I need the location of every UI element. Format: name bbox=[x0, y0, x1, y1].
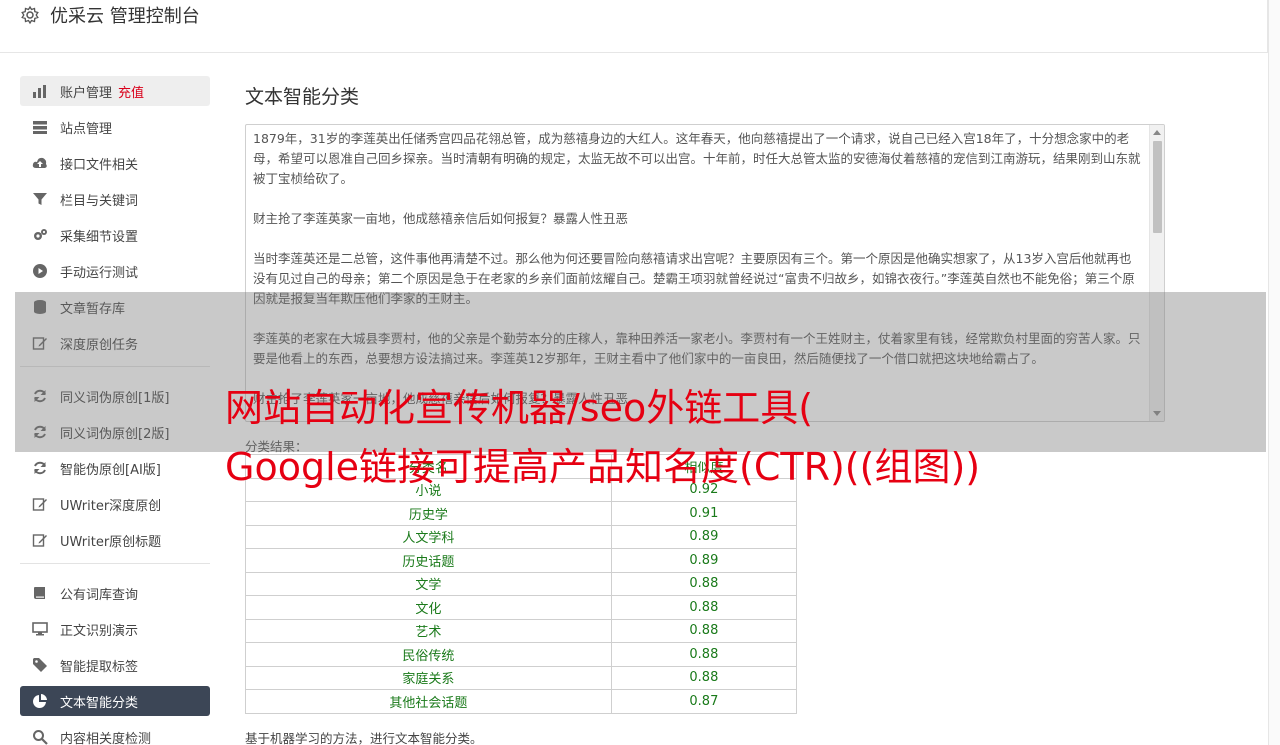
sidebar-item-collect-settings[interactable]: 采集细节设置 bbox=[20, 220, 210, 250]
window-edge bbox=[1268, 0, 1280, 745]
table-row: 文化 0.88 bbox=[245, 595, 798, 620]
sidebar-item-account[interactable]: 账户管理 充值 bbox=[20, 76, 210, 106]
description: 基于机器学习的方法，进行文本智能分类。 bbox=[245, 730, 483, 745]
edit-icon bbox=[32, 496, 48, 512]
sidebar-item-text-recognition[interactable]: 正文识别演示 bbox=[20, 614, 210, 644]
sidebar-item-ai-rewrite[interactable]: 智能伪原创[AI版] bbox=[20, 453, 210, 483]
refresh-icon bbox=[32, 460, 48, 476]
category-cell: 人文学科 bbox=[245, 524, 612, 549]
similarity-cell: 0.88 bbox=[610, 642, 798, 667]
sidebar-item-sites[interactable]: 站点管理 bbox=[20, 112, 210, 142]
top-bar: 优采云 管理控制台 bbox=[0, 0, 1268, 53]
table-row: 历史学 0.91 bbox=[245, 501, 798, 526]
table-row: 民俗传统 0.88 bbox=[245, 642, 798, 667]
scroll-up-icon[interactable] bbox=[1153, 130, 1161, 135]
bar-chart-icon bbox=[32, 83, 48, 99]
table-row: 历史话题 0.89 bbox=[245, 548, 798, 573]
sidebar-item-label: 采集细节设置 bbox=[60, 229, 139, 245]
tag-icon bbox=[32, 657, 48, 673]
category-cell: 历史学 bbox=[245, 501, 612, 526]
sidebar-item-tag-extract[interactable]: 智能提取标签 bbox=[20, 650, 210, 680]
sidebar-item-label: 手动运行测试 bbox=[60, 265, 139, 281]
sidebar-item-label: 正文识别演示 bbox=[60, 623, 139, 639]
category-cell: 文化 bbox=[245, 595, 612, 620]
sidebar-item-uwriter-title[interactable]: UWriter原创标题 bbox=[20, 525, 210, 555]
overlay-headline-line2: Google链接可提高产品知名度(CTR)((组图)) bbox=[225, 445, 981, 489]
category-cell: 历史话题 bbox=[245, 548, 612, 573]
sidebar-item-label: 接口文件相关 bbox=[60, 157, 139, 173]
similarity-cell: 0.89 bbox=[610, 548, 798, 573]
desktop-icon bbox=[32, 621, 48, 637]
table-row: 艺术 0.88 bbox=[245, 618, 798, 643]
category-cell: 艺术 bbox=[245, 618, 612, 643]
similarity-cell: 0.88 bbox=[610, 595, 798, 620]
app-title: 优采云 管理控制台 bbox=[50, 6, 200, 27]
sidebar-divider bbox=[20, 563, 210, 564]
sidebar-item-label: UWriter原创标题 bbox=[60, 534, 162, 550]
play-circle-icon bbox=[32, 263, 48, 279]
similarity-cell: 0.88 bbox=[610, 665, 798, 690]
sidebar-item-text-classify[interactable]: 文本智能分类 bbox=[20, 686, 210, 716]
sidebar-item-label: 站点管理 bbox=[60, 121, 113, 137]
sidebar-item-uwriter-deep[interactable]: UWriter深度原创 bbox=[20, 489, 210, 519]
gear-icon bbox=[20, 5, 40, 25]
page-title: 文本智能分类 bbox=[245, 86, 360, 108]
similarity-cell: 0.88 bbox=[610, 618, 798, 643]
similarity-cell: 0.87 bbox=[610, 689, 798, 714]
similarity-cell: 0.89 bbox=[610, 524, 798, 549]
table-row: 其他社会话题 0.87 bbox=[245, 689, 798, 714]
sidebar-item-label: 内容相关度检测 bbox=[60, 731, 152, 745]
sidebar-item-label: 智能伪原创[AI版] bbox=[60, 462, 161, 478]
sidebar-item-label: 智能提取标签 bbox=[60, 659, 139, 675]
category-cell: 其他社会话题 bbox=[245, 689, 612, 714]
book-icon bbox=[32, 585, 48, 601]
category-cell: 文学 bbox=[245, 571, 612, 596]
edit-icon bbox=[32, 532, 48, 548]
sidebar-item-columns[interactable]: 栏目与关键词 bbox=[20, 184, 210, 214]
sidebar-item-label: 栏目与关键词 bbox=[60, 193, 139, 209]
overlay-headline-line1: 网站自动化宣传机器/seo外链工具( bbox=[225, 386, 814, 430]
sidebar-item-label: 文本智能分类 bbox=[60, 695, 139, 711]
cogs-icon bbox=[32, 227, 48, 243]
server-icon bbox=[32, 119, 48, 135]
similarity-cell: 0.88 bbox=[610, 571, 798, 596]
sidebar-item-label: 公有词库查询 bbox=[60, 587, 139, 603]
sidebar-item-interface[interactable]: 接口文件相关 bbox=[20, 148, 210, 178]
category-cell: 家庭关系 bbox=[245, 665, 612, 690]
text-paragraph: 1879年，31岁的李莲英出任储秀宫四品花翎总管，成为慈禧身边的大红人。这年春天… bbox=[253, 131, 1141, 186]
sidebar-item-relevance[interactable]: 内容相关度检测 bbox=[20, 722, 210, 745]
cloud-upload-icon bbox=[32, 155, 48, 171]
search-icon bbox=[32, 729, 48, 745]
results-table: 分类名 相似度 小说 0.92 历史学 0.91 人文学科 0.89 历史话题 0.89 文学 0… bbox=[245, 454, 798, 714]
similarity-cell: 0.91 bbox=[610, 501, 798, 526]
table-row: 文学 0.88 bbox=[245, 571, 798, 596]
sidebar-item-manual-run[interactable]: 手动运行测试 bbox=[20, 256, 210, 286]
category-cell: 民俗传统 bbox=[245, 642, 612, 667]
sidebar-item-public-lexicon[interactable]: 公有词库查询 bbox=[20, 578, 210, 608]
text-paragraph: 财主抢了李莲英家一亩地，他成慈禧亲信后如何报复？暴露人性丑恶 bbox=[253, 211, 629, 226]
table-row: 人文学科 0.89 bbox=[245, 524, 798, 549]
recharge-link[interactable]: 充值 bbox=[118, 82, 144, 101]
sidebar-item-label: UWriter深度原创 bbox=[60, 498, 162, 514]
sidebar-item-label: 账户管理 bbox=[60, 85, 113, 101]
pie-chart-icon bbox=[32, 693, 48, 709]
scroll-thumb[interactable] bbox=[1153, 141, 1162, 233]
table-row: 家庭关系 0.88 bbox=[245, 665, 798, 690]
filter-icon bbox=[32, 191, 48, 207]
